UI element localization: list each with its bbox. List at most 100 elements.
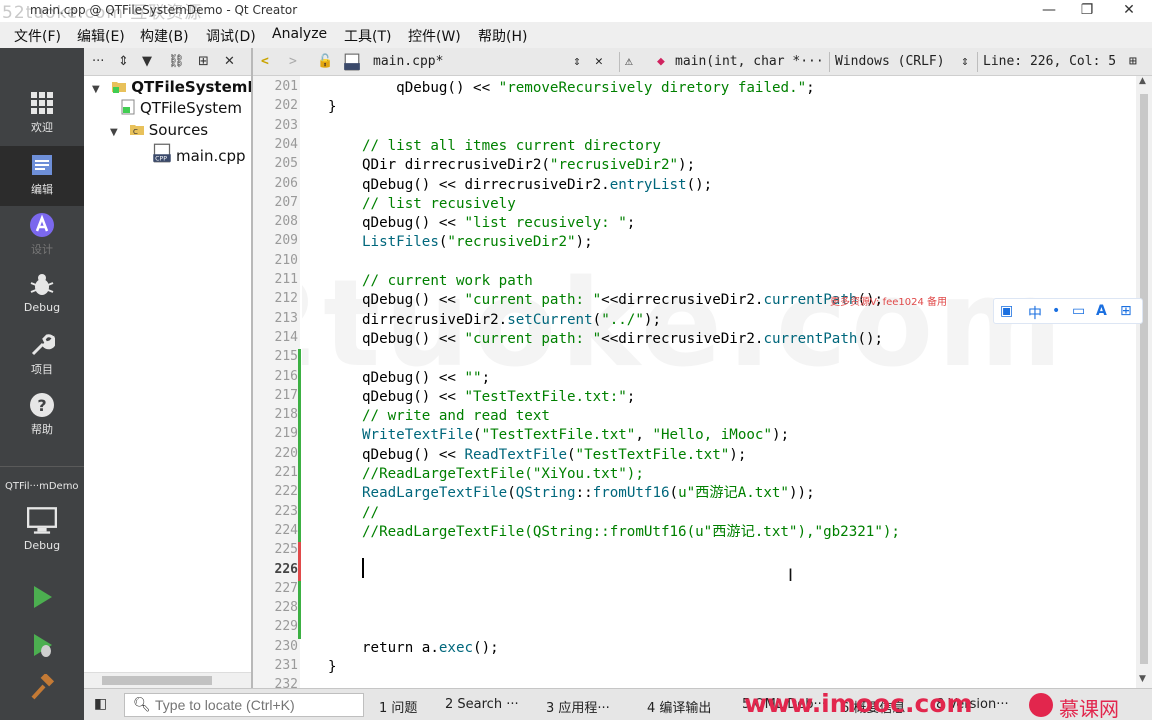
mode-design-label: 设计	[31, 243, 53, 256]
line-number: 206	[274, 175, 298, 191]
code-string: "TestTextFile.txt"	[481, 427, 636, 444]
code-comment: // write and read text	[362, 408, 550, 425]
tree-sources[interactable]: ▼ C Sources	[110, 121, 208, 143]
collapse-arrow-icon[interactable]: ▼	[110, 127, 124, 138]
separator	[977, 52, 978, 72]
tab-issues[interactable]: 1 问题	[379, 697, 417, 716]
scroll-up-icon[interactable]: ▲	[1139, 76, 1146, 86]
line-number: 228	[274, 600, 298, 616]
split-icon[interactable]: ⊞	[198, 54, 209, 69]
ime-clipboard-icon[interactable]: ▭	[1072, 303, 1085, 319]
toggle-sidebar-icon[interactable]: ◧	[94, 696, 107, 712]
hammer-icon	[31, 674, 55, 700]
code-text: (	[567, 446, 576, 463]
window-title: main.cpp @ QTFileSystemDemo - Qt Creator	[30, 3, 298, 17]
mode-help[interactable]: ? 帮助	[0, 386, 84, 446]
code-text: ;	[806, 80, 815, 96]
code-line: //ReadLargeTextFile(QString::fromUtf16(u…	[362, 523, 900, 542]
close-file-icon[interactable]: ✕	[595, 54, 603, 69]
ime-chinese-toggle[interactable]: 中	[1028, 303, 1042, 323]
locator-input[interactable]	[155, 696, 355, 714]
line-number: 219	[274, 426, 298, 442]
close-pane-icon[interactable]: ✕	[224, 54, 235, 69]
close-button[interactable]: ✕	[1106, 0, 1152, 22]
ime-punct-icon[interactable]: •	[1052, 303, 1060, 319]
mode-design[interactable]: 设计	[0, 206, 84, 266]
tree-project[interactable]: ▼ QTFileSystemDe	[92, 78, 270, 100]
brand-watermark: www.imooc.com	[744, 689, 973, 718]
code-text: QDir dirrecrusiveDir2(	[362, 157, 550, 174]
code-identifier: currentPath	[763, 330, 858, 347]
function-combo[interactable]: main(int, char *···	[675, 54, 824, 69]
tab-app-output[interactable]: 3 应用程···	[546, 697, 610, 716]
separator	[829, 52, 830, 72]
code-text: qDebug() <<	[362, 215, 465, 232]
code-line: qDebug() << "TestTextFile.txt:";	[362, 388, 635, 407]
build-button[interactable]	[0, 668, 84, 704]
code-editor[interactable]: 52tuoke.com qDebug() << "removeRecursive…	[302, 76, 1136, 688]
tree-pro-file[interactable]: QTFileSystem	[120, 99, 242, 121]
menu-file[interactable]: 文件(F)	[14, 26, 61, 46]
menu-tools[interactable]: 工具(T)	[344, 26, 391, 46]
play-debug-icon	[34, 634, 52, 657]
scroll-thumb[interactable]	[102, 676, 212, 685]
more-icon[interactable]: ···	[92, 54, 104, 69]
combo-arrow-icon[interactable]: ⇕	[573, 54, 581, 69]
line-ending-combo[interactable]: Windows (CRLF)	[835, 54, 945, 69]
ime-assistant-icon[interactable]: A	[1096, 303, 1107, 319]
combo-arrow-icon[interactable]: ⇕	[961, 54, 969, 69]
code-text: (	[507, 485, 516, 502]
code-line: qDebug() << ReadTextFile("TestTextFile.t…	[362, 446, 746, 465]
menu-build[interactable]: 构建(B)	[140, 26, 189, 46]
split-editor-icon[interactable]: ⊞	[1129, 54, 1137, 69]
code-text: );	[678, 157, 696, 174]
updown-icon[interactable]: ⇕	[118, 54, 129, 69]
forward-icon[interactable]: >	[289, 54, 297, 69]
menu-edit[interactable]: 编辑(E)	[77, 26, 125, 46]
menu-bar: 文件(F) 编辑(E) 构建(B) 调试(D) Analyze 工具(T) 控件…	[0, 22, 1152, 48]
menu-help[interactable]: 帮助(H)	[478, 26, 527, 46]
code-line: ReadLargeTextFile(QString::fromUtf16(u"西…	[362, 484, 815, 503]
ime-logo-icon[interactable]: ▣	[1000, 303, 1013, 319]
menu-analyze[interactable]: Analyze	[272, 26, 327, 42]
kit-selector[interactable]: Debug	[0, 500, 84, 562]
cursor-position[interactable]: Line: 226, Col: 5	[983, 54, 1116, 69]
code-line: // write and read text	[362, 407, 550, 426]
mode-welcome[interactable]: 欢迎	[0, 84, 84, 144]
link-icon[interactable]: ⛓	[168, 54, 185, 69]
editor-vertical-scrollbar[interactable]: ▲ ▼	[1136, 76, 1152, 688]
filter-icon[interactable]: ▼	[142, 54, 152, 69]
ime-toolbar[interactable]: ▣ 中 • ▭ A ⊞	[993, 298, 1143, 324]
mode-debug[interactable]: Debug	[0, 266, 84, 326]
ime-grid-icon[interactable]: ⊞	[1120, 303, 1132, 319]
sources-folder-icon: C	[129, 125, 144, 136]
tree-horizontal-scrollbar[interactable]	[84, 672, 251, 688]
code-text: (	[592, 311, 602, 328]
run-button[interactable]	[0, 578, 84, 614]
tab-compile-output[interactable]: 4 编译输出	[647, 697, 711, 716]
open-file-combo[interactable]: main.cpp*	[373, 54, 443, 69]
collapse-arrow-icon[interactable]: ▼	[92, 84, 106, 95]
menu-widgets[interactable]: 控件(W)	[408, 26, 461, 46]
debug-run-button[interactable]	[0, 626, 84, 662]
separator	[619, 52, 620, 72]
code-text: );	[729, 446, 747, 463]
back-icon[interactable]: <	[261, 54, 269, 69]
tab-search[interactable]: 2 Search ···	[445, 697, 519, 712]
line-number: 212	[274, 291, 298, 307]
locator[interactable]: 🔍︎	[124, 693, 364, 717]
mode-projects[interactable]: 项目	[0, 326, 84, 386]
mode-edit[interactable]: 编辑	[0, 146, 84, 206]
line-number: 211	[274, 272, 298, 287]
scroll-down-icon[interactable]: ▼	[1139, 674, 1146, 684]
code-line: QDir dirrecrusiveDir2("recrusiveDir2");	[362, 156, 695, 175]
menu-debug[interactable]: 调试(D)	[206, 26, 256, 46]
scroll-thumb[interactable]	[1140, 94, 1148, 664]
warning-icon[interactable]: ⚠	[625, 54, 633, 69]
pro-file-icon	[121, 99, 135, 115]
symbol-icon: ◆	[657, 54, 665, 69]
maximize-button[interactable]: ❐	[1064, 0, 1110, 22]
cpp-file-icon	[344, 53, 360, 71]
ibeam-cursor-icon: I	[788, 566, 794, 586]
tree-main-cpp[interactable]: CPP main.cpp	[152, 143, 246, 165]
